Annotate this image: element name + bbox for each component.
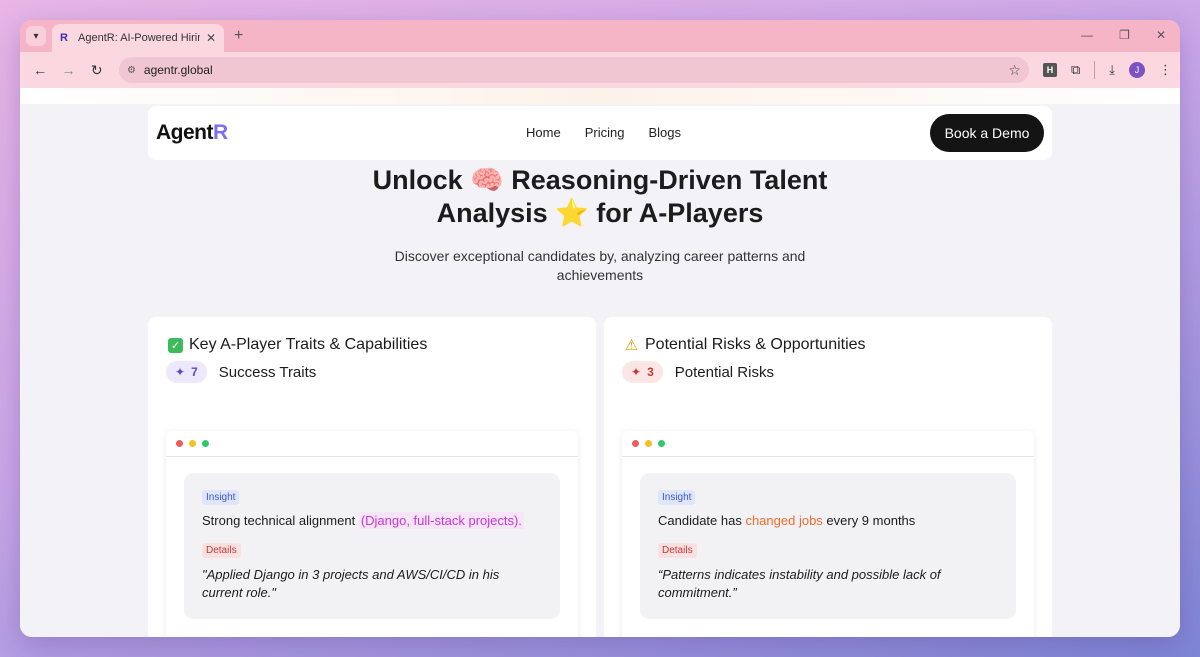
sparkle-wand-icon: ✦ (631, 365, 642, 379)
details-quote: "Applied Django in 3 projects and AWS/CI… (202, 567, 500, 600)
red-dot-icon (632, 440, 639, 447)
nav-links: Home Pricing Blogs (526, 125, 681, 140)
count-badge: ✦ 3 (622, 361, 663, 383)
insight-highlight: (Django, full-stack projects). (358, 512, 524, 529)
insight-highlight: changed jobs (745, 513, 823, 528)
insight-tag: Insight (658, 490, 696, 505)
insight-panel: Insight Strong technical alignment (Djan… (184, 473, 560, 619)
browser-window: ▾ R AgentR: AI-Powered Hiring Assis ✕ + … (20, 20, 1180, 637)
insight-after: every 9 months (822, 513, 916, 528)
profile-avatar[interactable]: J (1128, 62, 1145, 78)
insight-text: Candidate has changed jobs every 9 month… (658, 513, 998, 528)
risks-card: ⚠ Potential Risks & Opportunities ✦ 3 Pot… (604, 317, 1052, 637)
nav-link-home[interactable]: Home (526, 125, 561, 140)
menu-kebab-icon[interactable]: ⋮ (1159, 62, 1172, 78)
tab-title: AgentR: AI-Powered Hiring Assis (78, 32, 200, 44)
close-window-icon[interactable]: ✕ (1156, 28, 1166, 42)
restore-icon[interactable]: ❐ (1119, 28, 1130, 42)
tab-strip: ▾ R AgentR: AI-Powered Hiring Assis ✕ + … (20, 20, 1180, 52)
top-glow (20, 88, 1180, 104)
mock-window: Insight Candidate has changed jobs every… (622, 431, 1034, 637)
mock-window: Insight Strong technical alignment (Djan… (166, 431, 578, 637)
count-value: 3 (647, 365, 654, 379)
hero-title-line2: Analysis ⭐ for A-Players (436, 198, 764, 228)
site-info-icon[interactable]: ⚙ (127, 65, 136, 76)
toolbar-icons: H ⧉ ⤓ J ⋮ (1042, 61, 1172, 79)
details-tag: Details (658, 543, 697, 558)
download-icon[interactable]: ⤓ (1109, 62, 1115, 78)
reload-icon[interactable]: ↻ (85, 56, 109, 84)
nav-link-blogs[interactable]: Blogs (648, 125, 681, 140)
address-bar[interactable]: ⚙ agentr.global ☆ (118, 57, 1029, 83)
green-dot-icon (202, 440, 209, 447)
count-row: ✦ 7 Success Traits (166, 361, 316, 383)
card-title-text: Key A-Player Traits & Capabilities (189, 336, 428, 353)
new-tab-icon[interactable]: + (234, 27, 243, 45)
forward-icon[interactable]: → (56, 56, 80, 84)
insight-panel: Insight Candidate has changed jobs every… (640, 473, 1016, 619)
details-quote: “Patterns indicates instability and poss… (658, 567, 941, 600)
count-badge: ✦ 7 (166, 361, 207, 383)
tab-close-icon[interactable]: ✕ (206, 31, 216, 45)
nav-link-pricing[interactable]: Pricing (585, 125, 625, 140)
hero-title: Unlock 🧠 Reasoning-Driven Talent Analysi… (20, 164, 1180, 230)
logo-accent: R (213, 121, 228, 144)
toolbar-divider (1094, 61, 1096, 79)
extension-h-icon[interactable]: H (1042, 63, 1057, 77)
minimize-icon[interactable]: — (1081, 28, 1093, 42)
hero-subtitle: Discover exceptional candidates by, anal… (20, 247, 1180, 285)
count-value: 7 (191, 365, 198, 379)
back-icon[interactable]: ← (28, 56, 52, 84)
yellow-dot-icon (645, 440, 652, 447)
warning-icon: ⚠ (624, 337, 639, 354)
mock-window-bar (622, 431, 1034, 457)
insight-text: Strong technical alignment (Django, full… (202, 512, 542, 529)
bookmark-star-icon[interactable]: ☆ (1008, 62, 1021, 79)
site-navbar: AgentR Home Pricing Blogs Book a Demo (148, 106, 1052, 160)
book-demo-button[interactable]: Book a Demo (930, 114, 1044, 152)
sparkle-wand-icon: ✦ (175, 365, 186, 379)
card-title: ✓ Key A-Player Traits & Capabilities (168, 336, 427, 354)
hero-sub-line1: Discover exceptional candidates by, anal… (394, 248, 806, 264)
window-controls: — ❐ ✕ (1081, 28, 1166, 42)
card-title-text: Potential Risks & Opportunities (645, 336, 866, 353)
check-icon: ✓ (168, 337, 183, 353)
favicon-icon: R (60, 32, 68, 44)
agentr-logo[interactable]: AgentR (156, 121, 228, 145)
count-row: ✦ 3 Potential Risks (622, 361, 774, 383)
insight-tag: Insight (202, 490, 240, 505)
browser-tab[interactable]: R AgentR: AI-Powered Hiring Assis ✕ (52, 24, 224, 52)
hero-title-line1: Unlock 🧠 Reasoning-Driven Talent (372, 165, 828, 195)
traits-card: ✓ Key A-Player Traits & Capabilities ✦ 7 … (148, 317, 596, 637)
green-dot-icon (658, 440, 665, 447)
web-page: AgentR Home Pricing Blogs Book a Demo Un… (20, 88, 1180, 637)
tab-search-icon[interactable]: ▾ (26, 26, 46, 46)
details-tag: Details (202, 543, 241, 558)
count-label: Potential Risks (674, 363, 774, 381)
insight-before: Candidate has (658, 513, 746, 528)
red-dot-icon (176, 440, 183, 447)
logo-text: Agent (156, 121, 214, 144)
yellow-dot-icon (189, 440, 196, 447)
extensions-puzzle-icon[interactable]: ⧉ (1071, 62, 1080, 78)
hero-sub-line2: achievements (556, 267, 644, 283)
browser-toolbar: ← → ↻ ⚙ agentr.global ☆ H ⧉ ⤓ J ⋮ (20, 52, 1180, 88)
mock-window-bar (166, 431, 578, 457)
insight-before: Strong technical alignment (202, 513, 359, 528)
url-text: agentr.global (143, 63, 213, 77)
card-title: ⚠ Potential Risks & Opportunities (624, 336, 866, 354)
count-label: Success Traits (218, 363, 317, 381)
